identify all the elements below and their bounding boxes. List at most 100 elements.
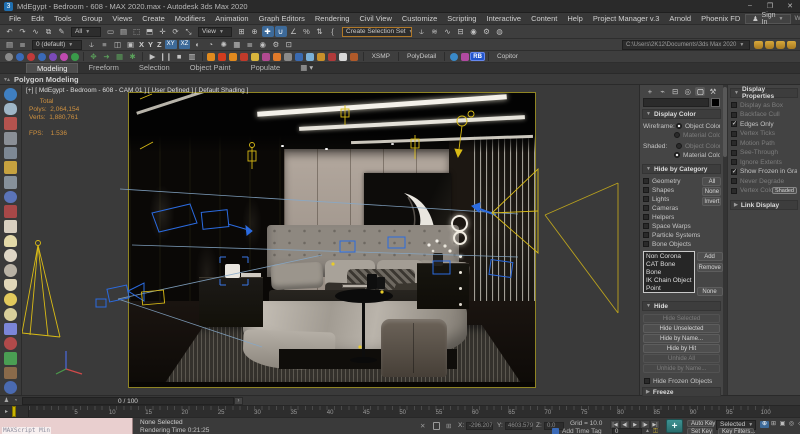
menu-item-modifiers[interactable]: Modifiers bbox=[170, 14, 210, 23]
star-burst-icon[interactable]: ✱ bbox=[127, 51, 139, 62]
ribbon-pin-icon[interactable]: ▾▴ bbox=[4, 76, 10, 83]
corona-lightmix-icon[interactable] bbox=[4, 161, 17, 174]
sphere-yellow-icon[interactable] bbox=[4, 308, 17, 321]
freeze-rollout[interactable]: ▶Freeze bbox=[642, 387, 721, 397]
named-sets-icon[interactable]: { bbox=[327, 26, 339, 37]
maxscript-mini-listener[interactable]: MAXScript Min bbox=[0, 418, 133, 434]
ribbon-tab-freeform[interactable]: Freeform bbox=[78, 63, 128, 73]
stop-icon[interactable]: ■ bbox=[173, 51, 185, 62]
link-icon[interactable]: ∿ bbox=[30, 26, 42, 37]
close-button[interactable]: ✕ bbox=[784, 2, 796, 10]
mirror-icon[interactable]: ⫝ bbox=[86, 39, 98, 50]
script-dot-icon[interactable] bbox=[49, 53, 57, 61]
menu-item-phoenix-fd[interactable]: Phoenix FD bbox=[696, 14, 745, 23]
list-item-non-corona[interactable]: Non Corona bbox=[646, 253, 692, 261]
schematic-view-icon[interactable]: ⊟ bbox=[455, 26, 467, 37]
script-dot-icon[interactable] bbox=[38, 53, 46, 61]
menu-item-edit[interactable]: Edit bbox=[26, 14, 49, 23]
light-icon[interactable]: ✺ bbox=[218, 39, 230, 50]
rectangular-region-icon[interactable]: ⬚ bbox=[131, 26, 143, 37]
dp-checkbox-never-degrade[interactable] bbox=[731, 178, 737, 184]
minimize-button[interactable]: – bbox=[744, 2, 756, 10]
selection-filter-dropdown[interactable]: All▼ bbox=[71, 27, 101, 37]
play-icon[interactable]: ▶ bbox=[147, 51, 159, 62]
xsmp-button[interactable]: XSMP bbox=[367, 53, 395, 60]
spinner-snap-icon[interactable]: ⇅ bbox=[314, 26, 326, 37]
render-frame-icon[interactable]: ⊡ bbox=[283, 39, 295, 50]
selection-lock-icon[interactable] bbox=[433, 422, 440, 430]
maximize-button[interactable]: ❐ bbox=[764, 2, 776, 10]
sign-in-button[interactable]: ♟ Sign In ▼ bbox=[745, 14, 790, 24]
dp-checkbox-ignore-extents[interactable] bbox=[731, 159, 737, 165]
plugin-icon[interactable] bbox=[295, 53, 303, 61]
menu-item-help[interactable]: Help bbox=[562, 14, 587, 23]
corona-scatter-icon[interactable] bbox=[4, 205, 17, 218]
plugin-icon[interactable] bbox=[317, 53, 325, 61]
select-and-manipulate-icon[interactable]: ⊕ bbox=[249, 26, 261, 37]
list-icon[interactable]: ≣ bbox=[244, 39, 256, 50]
forward-icon[interactable]: ➜ bbox=[101, 51, 113, 62]
selection-set-icon[interactable]: ♟ bbox=[2, 397, 11, 405]
script-dot-icon[interactable] bbox=[27, 53, 35, 61]
object-color-swatch[interactable] bbox=[711, 98, 720, 107]
plugin-icon[interactable] bbox=[251, 53, 259, 61]
ribbon-tab-populate[interactable]: Populate bbox=[241, 63, 291, 73]
redo-icon[interactable]: ↷ bbox=[17, 26, 29, 37]
light-dome-icon[interactable] bbox=[4, 235, 17, 248]
menu-item-project-manager-v-3[interactable]: Project Manager v.3 bbox=[588, 14, 665, 23]
isolate-icon[interactable]: ◐ bbox=[192, 39, 204, 50]
plugin-icon[interactable] bbox=[273, 53, 281, 61]
polydetail-button[interactable]: PolyDetail bbox=[402, 53, 441, 60]
select-by-name-icon[interactable]: ▤ bbox=[118, 26, 130, 37]
corona-list2-icon[interactable] bbox=[4, 147, 17, 160]
menu-item-tools[interactable]: Tools bbox=[49, 14, 77, 23]
ribbon-tab-object-paint[interactable]: Object Paint bbox=[180, 63, 241, 73]
isolate-selection-icon[interactable]: ✕ bbox=[420, 422, 425, 430]
hide-by-name-button[interactable]: Hide by Name... bbox=[643, 334, 720, 343]
plugin-icon[interactable] bbox=[350, 53, 358, 61]
dp-checkbox-motion-path[interactable] bbox=[731, 140, 737, 146]
grid-green-icon[interactable]: ▦ bbox=[114, 51, 126, 62]
reference-coordinate-dropdown[interactable]: View▼ bbox=[198, 27, 232, 37]
list-add-button[interactable]: Add bbox=[697, 252, 723, 261]
menu-item-scripting[interactable]: Scripting bbox=[442, 14, 481, 23]
zoom-region-icon[interactable]: ◎ bbox=[787, 421, 796, 428]
display-tab-icon[interactable]: ▢ bbox=[695, 87, 705, 96]
script-dot-icon[interactable] bbox=[60, 53, 68, 61]
corona-list-icon[interactable] bbox=[4, 132, 17, 145]
utilities-tab-icon[interactable]: ⚒ bbox=[708, 87, 718, 96]
list-remove-button[interactable]: Remove bbox=[697, 263, 723, 272]
dp-checkbox-backface-cull[interactable] bbox=[731, 112, 737, 118]
list-none-button[interactable]: None bbox=[697, 287, 723, 296]
hide-rollout[interactable]: ▼Hide bbox=[642, 301, 721, 311]
dp-checkbox-show-frozen-in-gray[interactable] bbox=[731, 169, 737, 175]
layer-explorer-icon[interactable]: ≣ bbox=[17, 39, 29, 50]
display-properties-rollout[interactable]: ▼Display Properties bbox=[730, 88, 798, 98]
display-color-rollout[interactable]: ▼Display Color bbox=[642, 109, 721, 119]
absolute-mode-icon[interactable]: ⊞ bbox=[446, 422, 451, 430]
category-all-button[interactable]: All bbox=[702, 177, 721, 186]
list-item-point[interactable]: Point bbox=[646, 285, 692, 293]
motion-tab-icon[interactable]: ◎ bbox=[683, 87, 693, 96]
sun-icon[interactable] bbox=[4, 293, 17, 306]
shaded-material-color-radio[interactable] bbox=[674, 152, 680, 158]
create-tab-icon[interactable]: + bbox=[645, 87, 655, 96]
light-cone-icon[interactable] bbox=[4, 279, 17, 292]
star-plugin-icon[interactable] bbox=[461, 53, 469, 61]
object-name-field[interactable] bbox=[643, 98, 709, 107]
wireframe-material-color-radio[interactable] bbox=[674, 132, 680, 138]
axis-y-constraint[interactable]: Y bbox=[148, 40, 153, 49]
angle-snap-icon[interactable]: ∠ bbox=[288, 26, 300, 37]
key-mode-toggle-icon[interactable]: ⚿ bbox=[653, 428, 658, 434]
window-crossing-icon[interactable]: ⬒ bbox=[144, 26, 156, 37]
menu-item-rendering[interactable]: Rendering bbox=[310, 14, 355, 23]
mirror-icon[interactable]: ⫝ bbox=[416, 26, 428, 37]
curve-editor-icon[interactable]: ∿ bbox=[442, 26, 454, 37]
dp-checkbox-edges-only[interactable] bbox=[731, 121, 737, 127]
render-setup-icon[interactable]: ⚙ bbox=[270, 39, 282, 50]
viewport-label[interactable]: [+] [ MdEgypt - Bedroom - 608 - CAM 01 ]… bbox=[26, 87, 248, 94]
zoom-extents-icon[interactable]: ▣ bbox=[778, 421, 787, 428]
percent-snap-icon[interactable]: % bbox=[301, 26, 313, 37]
ribbon-tab-modeling[interactable]: Modeling bbox=[26, 63, 78, 73]
corona-render-icon[interactable] bbox=[4, 88, 17, 101]
